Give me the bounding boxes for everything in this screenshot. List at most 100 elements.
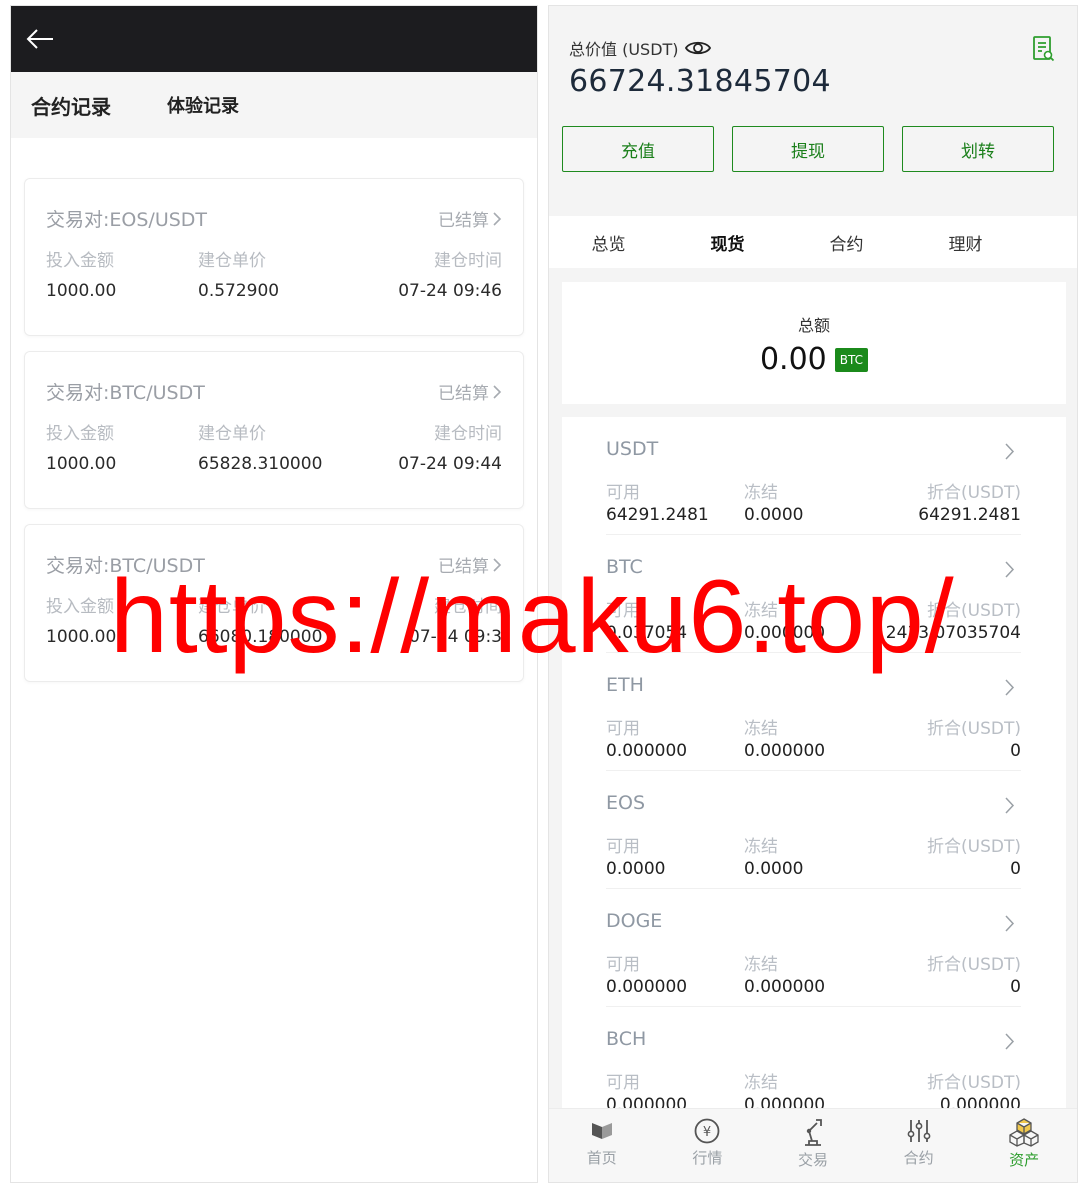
home-icon: [591, 1123, 612, 1139]
value-available: 64291.2481: [606, 505, 709, 525]
value-open-time: 07-24 09:3: [409, 627, 502, 647]
spot-total-value: 0.00: [759, 342, 827, 377]
tab-trial-records[interactable]: 体验记录: [167, 92, 239, 118]
value-available: 0.037054: [606, 623, 688, 643]
currency-badge: BTC: [834, 347, 869, 372]
eye-icon[interactable]: [684, 39, 711, 57]
record-list: 交易对:EOS/USDT 已结算 投入金额 建仓单价 建仓时间 1000.00 …: [11, 138, 537, 682]
asset-row-doge[interactable]: DOGE 可用 冻结 折合(USDT) 0.000000 0.000000 0: [606, 889, 1021, 1007]
label-frozen: 冻结: [744, 719, 778, 739]
value-usdt-equivalent: 0: [1010, 859, 1021, 879]
asset-row-usdt[interactable]: USDT 可用 冻结 折合(USDT) 64291.2481 0.0000 64…: [606, 417, 1021, 535]
value-open-time: 07-24 09:44: [398, 454, 502, 474]
nav-assets[interactable]: 资产: [971, 1109, 1077, 1182]
record-card[interactable]: 交易对:BTC/USDT 已结算 投入金额 建仓单价 建仓时间 1000.00 …: [24, 351, 524, 509]
value-usdt-equivalent: 0: [1010, 741, 1021, 761]
value-frozen: 0.000000: [744, 623, 826, 643]
nav-home-label: 首页: [586, 1149, 617, 1167]
value-usdt-equivalent: 2433.07035704: [885, 623, 1021, 643]
tab-finance[interactable]: 理财: [906, 230, 1025, 255]
asset-row-eth[interactable]: ETH 可用 冻结 折合(USDT) 0.000000 0.000000 0: [606, 653, 1021, 771]
value-open-price: 66080.180000: [198, 627, 323, 647]
total-value: 66724.31845704: [569, 64, 831, 99]
nav-home[interactable]: 首页: [549, 1109, 655, 1182]
label-frozen: 冻结: [744, 601, 778, 621]
nav-trade[interactable]: 交易: [760, 1109, 866, 1182]
svg-text:¥: ¥: [703, 1125, 711, 1140]
sliders-icon: [907, 1120, 930, 1142]
asset-name: BTC: [606, 556, 643, 578]
transfer-button[interactable]: 划转: [902, 126, 1054, 172]
record-status[interactable]: 已结算: [438, 206, 502, 231]
asset-row-btc[interactable]: BTC 可用 冻结 折合(USDT) 0.037054 0.000000 243…: [606, 535, 1021, 653]
chevron-right-icon: [493, 557, 502, 572]
label-available: 可用: [606, 1073, 640, 1093]
value-open-time: 07-24 09:46: [398, 281, 502, 301]
label-amount: 投入金额: [46, 424, 114, 444]
value-frozen: 0.000000: [744, 977, 826, 997]
asset-list: USDT 可用 冻结 折合(USDT) 64291.2481 0.0000 64…: [562, 417, 1066, 1117]
status-text: 已结算: [438, 211, 489, 231]
value-open-price: 0.572900: [198, 281, 280, 301]
withdraw-button[interactable]: 提现: [732, 126, 884, 172]
cubes-icon: [1009, 1118, 1039, 1147]
label-available: 可用: [606, 837, 640, 857]
record-card[interactable]: 交易对:BTC/USDT 已结算 投入金额 建仓单价 建仓时间 1000.00 …: [24, 524, 524, 682]
chevron-right-icon: [1005, 1033, 1015, 1050]
tab-contract[interactable]: 合约: [787, 230, 906, 255]
spot-total-label: 总额: [797, 316, 830, 335]
value-usdt-equivalent: 64291.2481: [918, 505, 1021, 525]
nav-trade-label: 交易: [797, 1151, 828, 1169]
tab-spot[interactable]: 现货: [668, 230, 787, 255]
record-tabs: 合约记录 体验记录: [11, 72, 537, 138]
action-buttons: 充值 提现 划转: [562, 126, 1054, 172]
label-available: 可用: [606, 955, 640, 975]
label-available: 可用: [606, 719, 640, 739]
tab-contract-records[interactable]: 合约记录: [31, 91, 111, 120]
value-available: 0.0000: [606, 859, 666, 879]
robot-arm-icon: [804, 1119, 822, 1146]
tab-overview[interactable]: 总览: [549, 230, 668, 255]
record-pair: 交易对:BTC/USDT: [46, 555, 205, 577]
label-usdt-equivalent: 折合(USDT): [927, 955, 1021, 975]
asset-row-bch[interactable]: BCH 可用 冻结 折合(USDT) 0.000000 0.000000 0.0…: [606, 1007, 1021, 1117]
asset-row-eos[interactable]: EOS 可用 冻结 折合(USDT) 0.0000 0.0000 0: [606, 771, 1021, 889]
label-available: 可用: [606, 601, 640, 621]
total-value-label-text: 总价值 (USDT): [569, 40, 679, 59]
value-amount: 1000.00: [46, 281, 117, 301]
value-frozen: 0.0000: [744, 859, 804, 879]
value-usdt-equivalent: 0: [1010, 977, 1021, 997]
record-status[interactable]: 已结算: [438, 552, 502, 577]
back-arrow-icon[interactable]: [23, 22, 57, 56]
value-amount: 1000.00: [46, 454, 117, 474]
spot-total-card: 总额 0.00 BTC: [562, 282, 1066, 404]
total-value-label: 总价值 (USDT): [569, 36, 711, 60]
nav-market[interactable]: ¥ 行情: [655, 1109, 761, 1182]
label-available: 可用: [606, 483, 640, 503]
value-frozen: 0.0000: [744, 505, 804, 525]
label-open-time: 建仓时间: [434, 424, 502, 444]
label-open-price: 建仓单价: [198, 424, 266, 444]
record-pair: 交易对:EOS/USDT: [46, 209, 208, 231]
label-usdt-equivalent: 折合(USDT): [927, 483, 1021, 503]
record-status[interactable]: 已结算: [438, 379, 502, 404]
deposit-button[interactable]: 充值: [562, 126, 714, 172]
label-open-time: 建仓时间: [434, 597, 502, 617]
chevron-right-icon: [1005, 915, 1015, 932]
contract-records-panel: 合约记录 体验记录 交易对:EOS/USDT 已结算 投入金额 建仓单价 建仓时…: [10, 5, 538, 1183]
nav-contract[interactable]: 合约: [866, 1109, 972, 1182]
left-top-bar: [11, 6, 537, 72]
bottom-navigation: 首页 ¥ 行情 交易 合约 资产: [549, 1108, 1077, 1182]
label-frozen: 冻结: [744, 955, 778, 975]
chevron-right-icon: [1005, 797, 1015, 814]
record-pair: 交易对:BTC/USDT: [46, 382, 205, 404]
asset-name: DOGE: [606, 910, 663, 932]
history-record-icon[interactable]: [1033, 36, 1055, 66]
chevron-right-icon: [1005, 443, 1015, 460]
label-amount: 投入金额: [46, 597, 114, 617]
status-text: 已结算: [438, 557, 489, 577]
label-amount: 投入金额: [46, 251, 114, 271]
record-card[interactable]: 交易对:EOS/USDT 已结算 投入金额 建仓单价 建仓时间 1000.00 …: [24, 178, 524, 336]
chevron-right-icon: [493, 384, 502, 399]
value-frozen: 0.000000: [744, 741, 826, 761]
